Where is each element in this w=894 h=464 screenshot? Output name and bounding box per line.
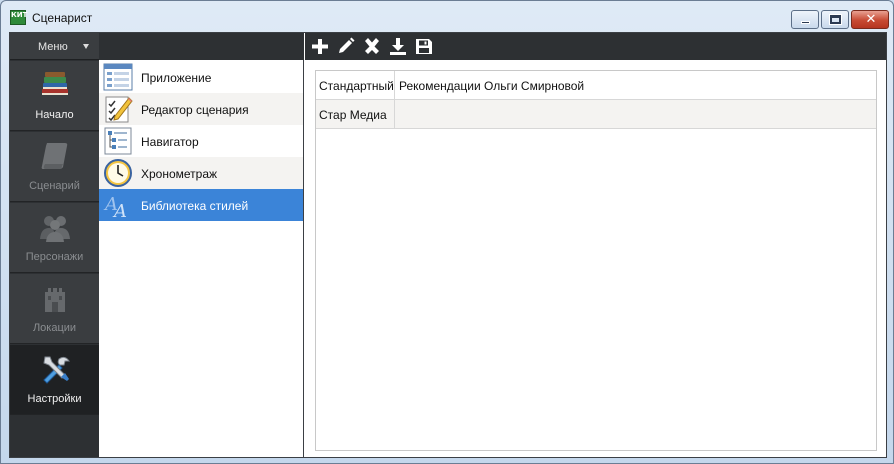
window-title: Сценарист xyxy=(32,11,93,25)
minimize-button[interactable] xyxy=(791,10,819,29)
sidebar-item-start[interactable]: Начало xyxy=(10,61,99,131)
style-name-cell: Стандартный xyxy=(316,71,395,99)
sidebar: Меню Начало Сценарий Персонажи Локации Н… xyxy=(10,33,99,457)
castle-icon xyxy=(45,288,65,312)
menu-button[interactable]: Меню xyxy=(10,33,99,60)
module-item-script-editor[interactable]: Редактор сценария xyxy=(99,93,303,125)
minimize-icon xyxy=(801,21,810,24)
navigator-icon xyxy=(104,127,132,155)
application-icon xyxy=(103,63,133,91)
style-description-cell: Рекомендации Ольги Смирновой xyxy=(399,79,585,93)
menu-label: Меню xyxy=(38,41,68,53)
settings-modules-list: Приложение Редактор сценария Навигатор Х… xyxy=(99,33,304,457)
style-description-cell xyxy=(395,100,876,128)
modules-header xyxy=(99,33,304,60)
table-row[interactable]: Стар Медиа xyxy=(316,100,876,129)
app-icon: КИТ xyxy=(10,10,28,25)
sidebar-item-label: Локации xyxy=(32,322,77,334)
sidebar-item-label: Настройки xyxy=(27,393,82,405)
scroll-icon xyxy=(41,143,68,169)
client-area: Меню Начало Сценарий Персонажи Локации Н… xyxy=(9,32,887,458)
tools-icon xyxy=(43,356,70,384)
svg-text:A: A xyxy=(112,201,127,220)
sidebar-item-locations[interactable]: Локации xyxy=(10,274,99,344)
toolbar xyxy=(305,33,886,60)
sidebar-item-scenario[interactable]: Сценарий xyxy=(10,132,99,202)
module-item-label: Приложение xyxy=(141,71,212,85)
module-item-styles-library[interactable]: A A Библиотека стилей xyxy=(99,189,303,221)
clock-icon xyxy=(104,159,132,187)
close-icon: ✕ xyxy=(865,12,877,27)
books-icon xyxy=(42,72,68,95)
module-item-label: Библиотека стилей xyxy=(141,199,249,213)
close-button[interactable]: ✕ xyxy=(851,10,889,29)
maximize-button[interactable] xyxy=(821,10,849,29)
style-name-cell: Стар Медиа xyxy=(316,100,395,128)
table-row[interactable]: Стандартный Рекомендации Ольги Смирновой xyxy=(316,71,876,100)
module-item-label: Редактор сценария xyxy=(141,103,249,117)
editor-icon xyxy=(105,96,133,123)
download-icon[interactable] xyxy=(388,37,408,56)
sidebar-item-characters[interactable]: Персонажи xyxy=(10,203,99,273)
styles-table: Стандартный Рекомендации Ольги Смирновой… xyxy=(315,70,877,451)
chevron-down-icon xyxy=(83,44,89,49)
title-bar[interactable]: КИТ Сценарист ✕ xyxy=(1,1,893,31)
add-icon[interactable] xyxy=(310,37,330,56)
module-item-timing[interactable]: Хронометраж xyxy=(99,157,303,189)
styles-library-panel: Стандартный Рекомендации Ольги Смирновой… xyxy=(305,33,886,457)
app-icon-text: КИТ xyxy=(11,11,28,19)
people-icon xyxy=(40,216,70,242)
sidebar-item-label: Сценарий xyxy=(29,180,80,192)
sidebar-item-label: Начало xyxy=(35,109,74,121)
styles-icon: A A xyxy=(103,194,127,220)
edit-icon[interactable] xyxy=(336,37,356,56)
module-item-application[interactable]: Приложение xyxy=(99,61,303,93)
module-item-label: Навигатор xyxy=(141,135,199,149)
app-window: КИТ Сценарист ✕ Меню Начало Сценарий Пер… xyxy=(0,0,894,464)
module-item-navigator[interactable]: Навигатор xyxy=(99,125,303,157)
delete-icon[interactable] xyxy=(362,37,382,56)
sidebar-item-settings[interactable]: Настройки xyxy=(10,345,99,415)
module-item-label: Хронометраж xyxy=(141,167,218,181)
maximize-icon xyxy=(829,14,842,25)
sidebar-item-label: Персонажи xyxy=(25,251,84,263)
save-icon[interactable] xyxy=(414,37,434,56)
